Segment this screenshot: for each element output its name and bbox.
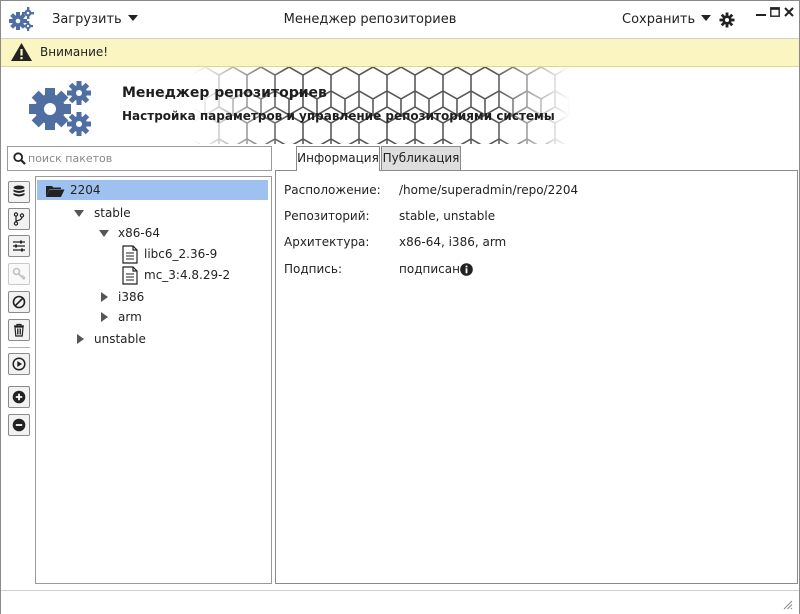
repository-value: stable, unstable xyxy=(399,209,496,223)
architecture-label: Архитектура: xyxy=(284,235,370,249)
branch-button[interactable] xyxy=(8,208,30,230)
play-icon xyxy=(12,357,26,371)
key-icon xyxy=(12,267,26,281)
tree-label-x86-64: x86-64 xyxy=(118,226,160,240)
hexagon-pattern xyxy=(191,67,571,144)
load-menu[interactable]: Загрузить xyxy=(52,12,138,27)
maximize-icon[interactable] xyxy=(770,7,780,17)
architecture-value: x86-64, i386, arm xyxy=(399,235,507,249)
open-folder-icon xyxy=(46,186,65,197)
location-label: Расположение: xyxy=(284,183,381,197)
warning-bar: Внимание! xyxy=(1,39,799,67)
add-button[interactable] xyxy=(8,386,30,408)
expanded-arrow-icon xyxy=(74,210,84,217)
block-button[interactable] xyxy=(8,291,30,313)
document-icon xyxy=(122,245,138,264)
document-icon xyxy=(122,266,138,285)
minus-icon xyxy=(12,418,26,432)
header-gears-icon xyxy=(29,81,91,136)
status-bar xyxy=(1,590,799,614)
tree-label-stable: stable xyxy=(94,206,131,220)
tab-info[interactable]: Информация xyxy=(296,146,380,171)
tree-node-x86-64[interactable]: x86-64 xyxy=(99,223,259,243)
tree-node-stable[interactable]: stable xyxy=(74,203,254,223)
tree-node-unstable[interactable]: unstable xyxy=(77,329,237,349)
tree-label-2204: 2204 xyxy=(70,183,101,197)
warning-icon xyxy=(11,43,32,61)
database-icon xyxy=(13,185,25,197)
delete-button[interactable] xyxy=(8,319,30,341)
tree-node-package[interactable]: mc_3:4.8.29-2 xyxy=(121,265,261,285)
tree-node-i386[interactable]: i386 xyxy=(101,287,241,307)
tree-label-package: mc_3:4.8.29-2 xyxy=(144,268,231,282)
plus-icon xyxy=(12,390,26,404)
repository-tree: 2204 stable x86-64 libc6_2.36-9 mc_3:4.8 xyxy=(35,176,272,584)
search-input[interactable] xyxy=(28,149,266,167)
resize-grip-icon[interactable] xyxy=(783,600,793,610)
title-bar: Загрузить Менеджер репозиториев Сохранит… xyxy=(1,1,799,39)
tree-label-package: libc6_2.36-9 xyxy=(144,247,218,261)
search-icon xyxy=(13,152,26,165)
signature-label: Подпись: xyxy=(284,262,343,276)
tree-label-arm: arm xyxy=(118,310,142,324)
expanded-arrow-icon xyxy=(99,230,109,237)
app-window: Загрузить Менеджер репозиториев Сохранит… xyxy=(0,0,800,614)
collapsed-arrow-icon xyxy=(101,292,108,302)
save-menu[interactable]: Сохранить xyxy=(622,12,712,27)
save-menu-label: Сохранить xyxy=(622,12,696,27)
close-icon[interactable] xyxy=(784,7,794,17)
toolbar-separator xyxy=(8,347,30,348)
database-button[interactable] xyxy=(8,181,30,203)
trash-icon xyxy=(14,323,24,337)
info-panel: Расположение: /home/superadmin/repo/2204… xyxy=(275,170,798,584)
info-icon[interactable] xyxy=(460,263,473,276)
chevron-down-icon xyxy=(701,15,712,21)
header-title: Менеджер репозиториев xyxy=(122,85,327,101)
minimize-icon[interactable] xyxy=(756,7,766,17)
tab-publish[interactable]: Публикация xyxy=(381,146,461,170)
warning-text: Внимание! xyxy=(40,45,109,59)
remove-button[interactable] xyxy=(8,414,30,436)
settings-sliders-button[interactable] xyxy=(8,235,30,257)
tree-node-package[interactable]: libc6_2.36-9 xyxy=(121,244,261,264)
chevron-down-icon xyxy=(127,15,138,21)
branch-icon xyxy=(13,212,25,226)
sliders-icon xyxy=(13,240,25,252)
app-gears-icon xyxy=(9,7,34,31)
tree-label-i386: i386 xyxy=(118,290,145,304)
tree-node-2204[interactable]: 2204 xyxy=(37,180,268,200)
search-box xyxy=(7,146,272,171)
load-menu-label: Загрузить xyxy=(52,12,122,27)
header-banner: Менеджер репозиториев Настройка параметр… xyxy=(1,67,799,144)
collapsed-arrow-icon xyxy=(77,334,84,344)
signature-value: подписан xyxy=(399,262,460,276)
location-value: /home/superadmin/repo/2204 xyxy=(399,183,579,197)
key-button[interactable] xyxy=(8,263,30,285)
run-button[interactable] xyxy=(8,353,30,375)
block-icon xyxy=(12,295,26,309)
settings-gear-icon[interactable] xyxy=(719,12,735,28)
tree-node-arm[interactable]: arm xyxy=(101,307,241,327)
collapsed-arrow-icon xyxy=(101,312,108,322)
tree-label-unstable: unstable xyxy=(94,332,146,346)
header-subtitle: Настройка параметров и управление репози… xyxy=(122,109,555,123)
repository-label: Репозиторий: xyxy=(284,209,370,223)
